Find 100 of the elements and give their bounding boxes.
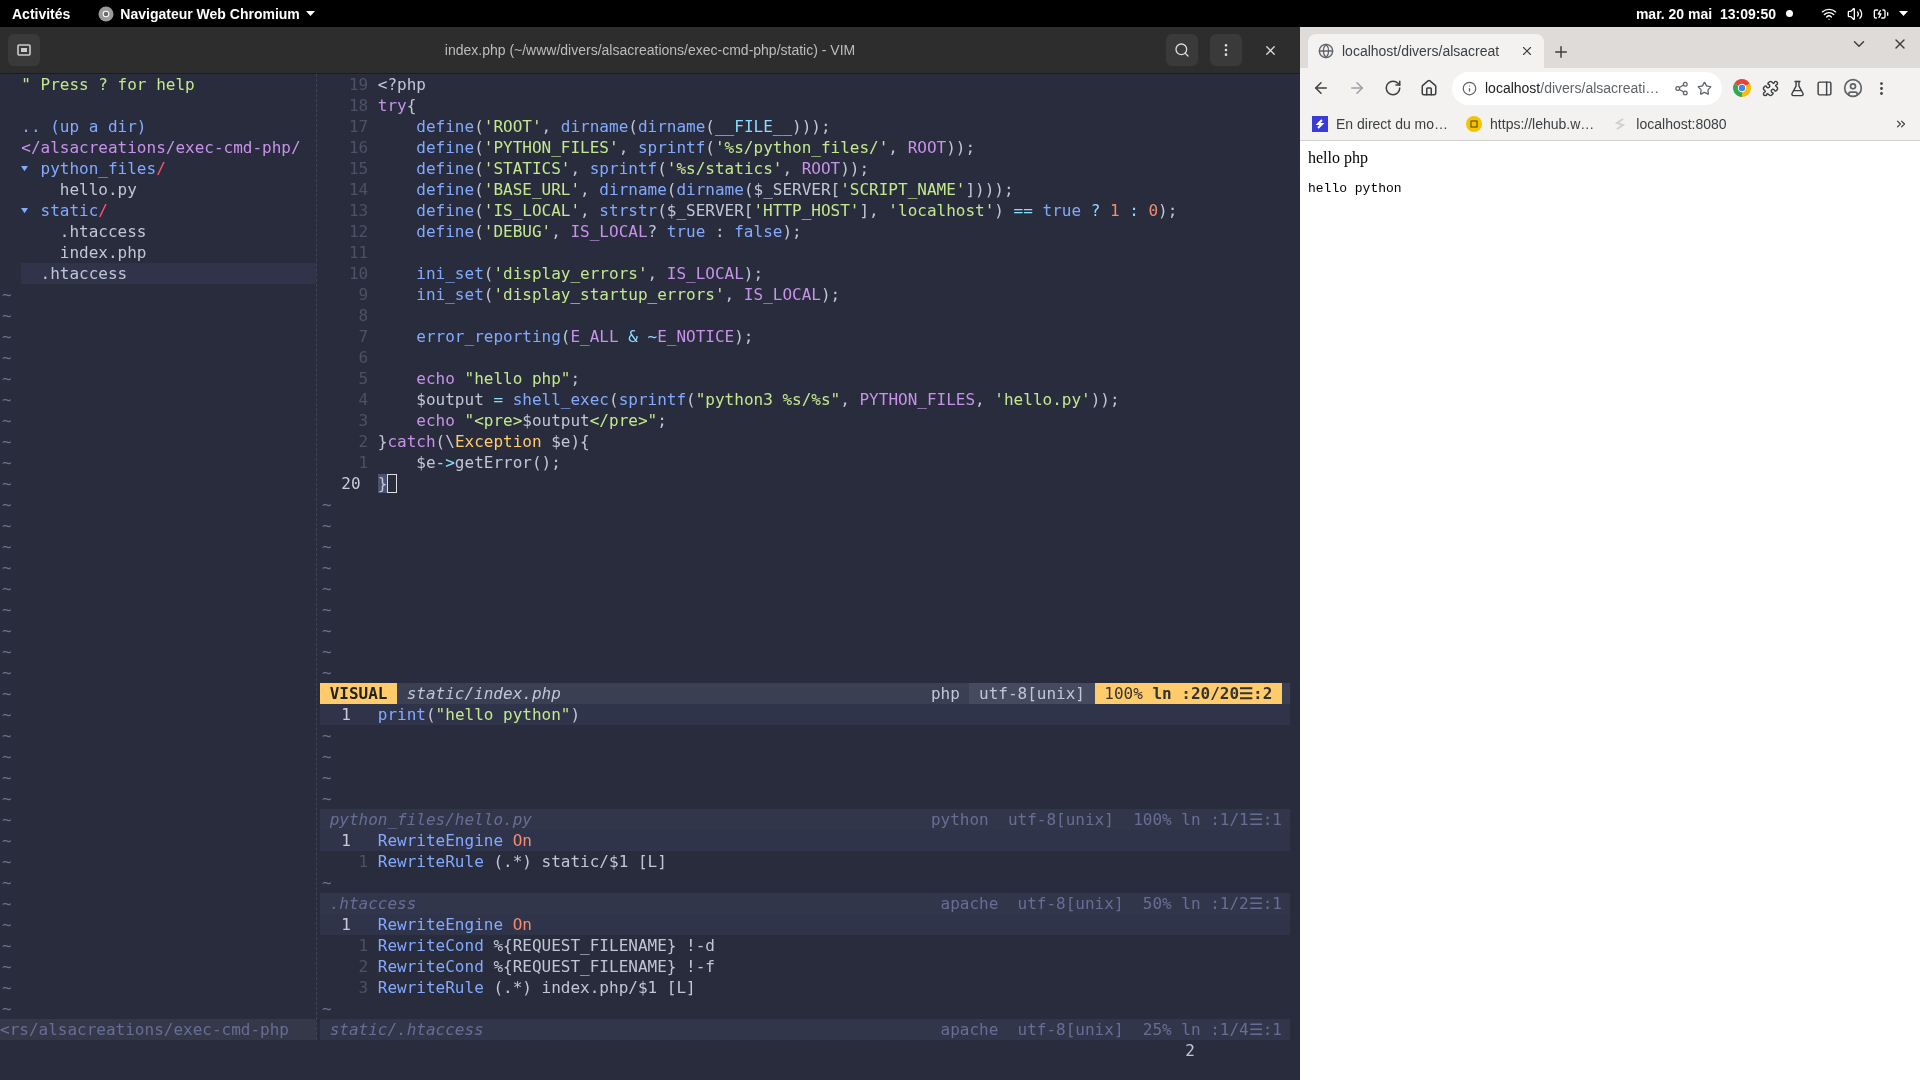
file-item[interactable]: index.php <box>21 242 316 263</box>
window-title: index.php (~/www/divers/alsacreations/exec-cmd-php/static) - VIM <box>444 42 856 58</box>
cursor-position: ln :1/1☰:1 <box>1181 809 1282 830</box>
share-icon[interactable] <box>1674 80 1689 96</box>
empty-line-marker: ~ <box>321 872 332 893</box>
cursor-position: ln :20/20☰:2 <box>1152 683 1273 704</box>
empty-line-marker: ~ <box>2 347 12 368</box>
code-line: try{ <box>377 95 417 116</box>
preformatted-text: hello python <box>1308 181 1403 196</box>
directory-item[interactable]: static/ <box>21 200 316 221</box>
browser-logo-icon <box>98 5 115 22</box>
plus-icon <box>1552 43 1570 61</box>
browser-tab[interactable]: localhost/divers/alsacreat <box>1308 34 1544 68</box>
clock[interactable]: mar. 20 mai 13:09:50 <box>1635 5 1776 22</box>
empty-line-marker: ~ <box>321 578 332 599</box>
system-menu-caret-icon[interactable] <box>1899 10 1908 17</box>
dropdown-caret-icon <box>305 10 315 17</box>
code-line: }catch(\Exception $e){ <box>377 431 590 452</box>
line-number: 1 <box>341 704 351 725</box>
empty-line-marker: ~ <box>2 389 12 410</box>
empty-line-marker: ~ <box>2 620 12 641</box>
empty-line-marker: ~ <box>2 956 12 977</box>
empty-line-marker: ~ <box>2 935 12 956</box>
volume-icon[interactable] <box>1847 5 1863 22</box>
empty-line-marker: ~ <box>2 599 12 620</box>
empty-line-marker: ~ <box>321 557 332 578</box>
empty-line-marker: ~ <box>2 830 12 851</box>
scroll-percent: 50% <box>1141 893 1173 914</box>
search-icon <box>1174 42 1190 58</box>
code-line: ini_set('display_startup_errors', IS_LOCAL); <box>416 284 841 305</box>
empty-line-marker: ~ <box>2 977 12 998</box>
new-tab-button[interactable] <box>8 34 40 66</box>
globe-icon <box>1318 43 1334 59</box>
profile-icon[interactable] <box>1843 78 1863 98</box>
line-number: 1 <box>341 830 351 851</box>
empty-line-marker: ~ <box>2 725 12 746</box>
empty-line-marker: ~ <box>2 767 12 788</box>
code-line: RewriteEngine On <box>377 830 532 851</box>
empty-line-marker: ~ <box>2 998 12 1019</box>
app-menu[interactable]: Navigateur Web Chromium <box>98 5 315 22</box>
empty-line-marker: ~ <box>321 494 332 515</box>
forward-icon <box>1348 79 1366 97</box>
empty-line-marker: ~ <box>321 662 332 683</box>
empty-line-marker: ~ <box>2 578 12 599</box>
empty-line-marker: ~ <box>2 536 12 557</box>
activities-button[interactable]: Activités <box>12 5 71 22</box>
empty-line-marker: ~ <box>2 473 12 494</box>
scroll-percent: 100% <box>1104 683 1143 704</box>
file-type: apache <box>939 893 1000 914</box>
parent-directory-item[interactable]: .. (up a dir) <box>21 116 316 137</box>
code-line: define('PYTHON_FILES', sprintf('%s/python_files/', ROOT)); <box>416 137 976 158</box>
empty-line-marker: ~ <box>2 305 12 326</box>
code-line: error_reporting(E_ALL & ~E_NOTICE); <box>416 326 754 347</box>
line-number: 20 <box>341 473 361 494</box>
directory-item[interactable]: python_files/ <box>21 158 316 179</box>
code-line: define('BASE_URL', dirname(dirname($_SERVER['SCRIPT_NAME']))); <box>416 179 1014 200</box>
file-name: static/index.php <box>406 683 561 704</box>
code-line: print("hello python") <box>377 704 581 725</box>
empty-line-marker: ~ <box>2 557 12 578</box>
code-line: echo "hello php"; <box>416 368 581 389</box>
search-button[interactable] <box>1166 34 1198 66</box>
bookmark-star-icon[interactable] <box>1697 80 1712 96</box>
empty-line-marker: ~ <box>321 536 332 557</box>
code-line: RewriteRule (.*) static/$1 [L] <box>377 851 667 872</box>
address-bar[interactable]: localhost/divers/alsacreati… <box>1452 71 1722 105</box>
new-tab-button[interactable] <box>1552 43 1570 61</box>
empty-line-marker: ~ <box>321 788 332 809</box>
file-name: static/.htaccess <box>329 1019 484 1040</box>
empty-line-marker: ~ <box>2 683 12 704</box>
bookmark-favicon-icon <box>1312 116 1328 132</box>
empty-line-marker: ~ <box>321 998 332 1019</box>
side-panel-icon[interactable] <box>1816 79 1833 97</box>
file-item[interactable]: hello.py <box>21 179 316 200</box>
bookmark-link[interactable]: localhost:8080 <box>1612 116 1727 132</box>
terminal-tab-icon <box>17 43 31 57</box>
empty-line-marker: ~ <box>2 704 12 725</box>
file-item[interactable]: .htaccess <box>21 263 316 284</box>
more-bookmarks-icon[interactable] <box>1894 117 1908 131</box>
file-item[interactable]: .htaccess <box>21 221 316 242</box>
info-icon[interactable] <box>1462 80 1477 96</box>
bookmark-link[interactable]: https://lehub.w… <box>1466 116 1595 132</box>
empty-line-marker: ~ <box>2 851 12 872</box>
code-line: define('ROOT', dirname(dirname(__FILE__))); <box>416 116 831 137</box>
close-tab-icon[interactable] <box>1520 44 1534 58</box>
browser-logo-icon[interactable] <box>1732 78 1752 98</box>
home-icon <box>1420 79 1438 97</box>
file-encoding: utf-8[unix] <box>1016 1019 1125 1040</box>
empty-line-marker: ~ <box>2 368 12 389</box>
empty-line-marker: ~ <box>321 767 332 788</box>
back-icon <box>1312 79 1330 97</box>
code-line: define('STATICS', sprintf('%s/statics', ROOT)); <box>416 158 870 179</box>
empty-line-marker: ~ <box>2 515 12 536</box>
cursor-position: ln :1/2☰:1 <box>1181 893 1282 914</box>
extensions-icon[interactable] <box>1762 79 1779 97</box>
file-type: python <box>929 809 990 830</box>
root-path-item[interactable]: </alsacreations/exec-cmd-php/ <box>21 137 316 158</box>
code-line: $output = shell_exec(sprintf("python3 %s/%s", PYTHON_FILES, 'hello.py')); <box>416 389 1120 410</box>
code-line: define('IS_LOCAL', strstr($_SERVER['HTTP_HOST'], 'localhost') == true ? 1 : 0); <box>416 200 1178 221</box>
flask-icon[interactable] <box>1789 79 1806 97</box>
bookmark-link[interactable]: En direct du mo… <box>1312 116 1449 132</box>
